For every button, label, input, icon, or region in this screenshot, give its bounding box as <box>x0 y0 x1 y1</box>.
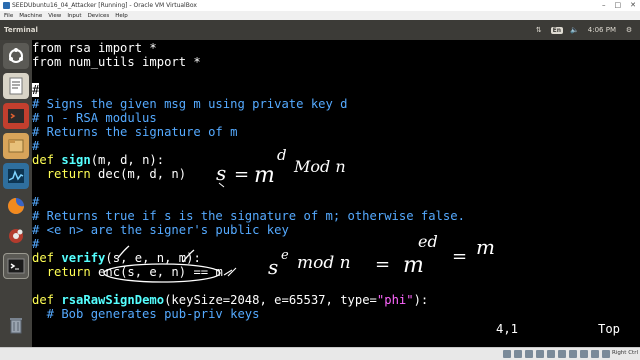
code-line-7: # Returns the signature of m <box>32 125 237 139</box>
minimize-icon[interactable]: – <box>602 1 606 9</box>
keyword: def <box>32 153 55 167</box>
audio-icon[interactable] <box>525 350 533 358</box>
keyboard-layout-indicator[interactable]: En <box>550 25 563 35</box>
function-name: verify <box>61 251 106 265</box>
code-line-15: # <box>32 237 39 251</box>
vbox-title-bar: SEEDUbuntu16_04_Attacker [Running] - Ora… <box>0 0 640 11</box>
close-icon[interactable]: ✕ <box>630 1 636 9</box>
scroll-position: Top <box>598 322 621 336</box>
volume-icon[interactable]: 🔈 <box>570 25 580 35</box>
code-comment: # Returns the signature of m <box>32 125 238 139</box>
text-editor-icon[interactable] <box>3 73 29 99</box>
ubuntu-top-panel: Terminal ⇅ En 🔈 4:06 PM ⚙ <box>0 20 640 40</box>
display-icon[interactable] <box>569 350 577 358</box>
code-text: enc(s, e, n) == m <box>90 265 223 279</box>
code-line-19: def rsaRawSignDemo(keySize=2048, e=65537… <box>32 293 428 307</box>
code-text: (m, d, n): <box>90 153 165 167</box>
code-comment: # <e n> are the signer's public key <box>32 223 289 237</box>
menu-devices[interactable]: Devices <box>88 13 110 19</box>
code-line-5: # Signs the given msg m using private ke… <box>32 97 348 111</box>
terminal-icon[interactable] <box>3 253 29 279</box>
trash-icon[interactable] <box>3 312 29 338</box>
code-line-2: from num_utils import * <box>32 55 201 69</box>
function-name: rsaRawSignDemo <box>61 293 165 307</box>
firefox-icon[interactable] <box>3 193 29 219</box>
keyword: def <box>32 251 55 265</box>
arrows-sync-icon[interactable]: ⇅ <box>534 25 544 35</box>
cursor-position: 4,1 <box>496 322 519 336</box>
panel-app-title: Terminal <box>4 26 38 34</box>
keyword: return <box>46 265 91 279</box>
menu-help[interactable]: Help <box>115 13 128 19</box>
code-line-10: return dec(m, d, n) <box>32 167 186 181</box>
code-line-14: # <e n> are the signer's public key <box>32 223 289 237</box>
network-icon[interactable] <box>536 350 544 358</box>
menu-file[interactable]: File <box>4 13 13 19</box>
system-monitor-icon[interactable] <box>3 163 29 189</box>
code-text: ): <box>413 293 429 307</box>
code-line-13: # Returns true if s is the signature of … <box>32 209 465 223</box>
code-comment: # n - RSA modulus <box>32 111 157 125</box>
code-comment: # Returns true if s is the signature of … <box>32 209 465 223</box>
function-name: sign <box>61 153 91 167</box>
code-line-1: from rsa import * <box>32 41 157 55</box>
clock[interactable]: 4:06 PM <box>588 26 616 34</box>
maximize-icon[interactable]: □ <box>615 1 622 9</box>
virtualbox-icon <box>3 2 10 9</box>
usb-icon[interactable] <box>547 350 555 358</box>
code-line-12: # <box>32 195 39 209</box>
storage-icon[interactable] <box>503 350 511 358</box>
shared-folder-icon[interactable] <box>558 350 566 358</box>
vbox-status-bar: Right Ctrl <box>0 347 640 360</box>
gear-icon[interactable]: ⚙ <box>624 25 634 35</box>
code-text: dec(m, d, n) <box>90 167 187 181</box>
string-literal: "phi" <box>376 293 414 307</box>
mouse-integration-icon[interactable] <box>602 350 610 358</box>
files-icon[interactable] <box>3 133 29 159</box>
code-comment: # <box>32 139 40 153</box>
code-line-6: # n - RSA modulus <box>32 111 157 125</box>
code-text: from num_utils import * <box>32 55 201 69</box>
optical-drive-icon[interactable] <box>514 350 522 358</box>
code-text: (keySize=2048, e=65537, type= <box>164 293 377 307</box>
code-text: (s, e, n, m): <box>105 251 201 265</box>
keyword: def <box>32 293 55 307</box>
code-line-20: # Bob generates pub-priv keys <box>32 307 260 321</box>
menu-machine[interactable]: Machine <box>19 13 42 19</box>
vbox-window-title: SEEDUbuntu16_04_Attacker [Running] - Ora… <box>12 2 197 9</box>
menu-view[interactable]: View <box>48 13 61 19</box>
code-comment: # Signs the given msg m using private ke… <box>32 97 348 111</box>
host-key-label: Right Ctrl <box>611 350 638 356</box>
dash-icon[interactable] <box>3 43 29 69</box>
code-line-8: # <box>32 139 39 153</box>
keyword: return <box>46 167 91 181</box>
vim-status-line: 4,1 Top <box>32 322 640 336</box>
video-capture-icon[interactable] <box>580 350 588 358</box>
settings-icon[interactable] <box>3 223 29 249</box>
code-comment: # <box>32 237 40 251</box>
vbox-menu-bar: File Machine View Input Devices Help <box>0 11 640 20</box>
unity-launcher <box>0 40 32 360</box>
code-line-9: def sign(m, d, n): <box>32 153 164 167</box>
system-tray: ⇅ En 🔈 4:06 PM ⚙ <box>534 20 634 40</box>
cpu-icon[interactable] <box>591 350 599 358</box>
code-line-16: def verify(s, e, n, m): <box>32 251 201 265</box>
keyboard-layout-label: En <box>550 26 563 34</box>
code-line-17: return enc(s, e, n) == m <box>32 265 223 279</box>
terminal-window[interactable]: from rsa import * from num_utils import … <box>32 40 640 347</box>
text-cursor: # <box>32 83 40 97</box>
code-text: from rsa import * <box>32 41 157 55</box>
code-line-4: # <box>32 83 40 97</box>
terminal-red-icon[interactable] <box>3 103 29 129</box>
code-comment: # <box>32 195 40 209</box>
menu-input[interactable]: Input <box>67 13 81 19</box>
code-comment: # Bob generates pub-priv keys <box>32 307 260 321</box>
